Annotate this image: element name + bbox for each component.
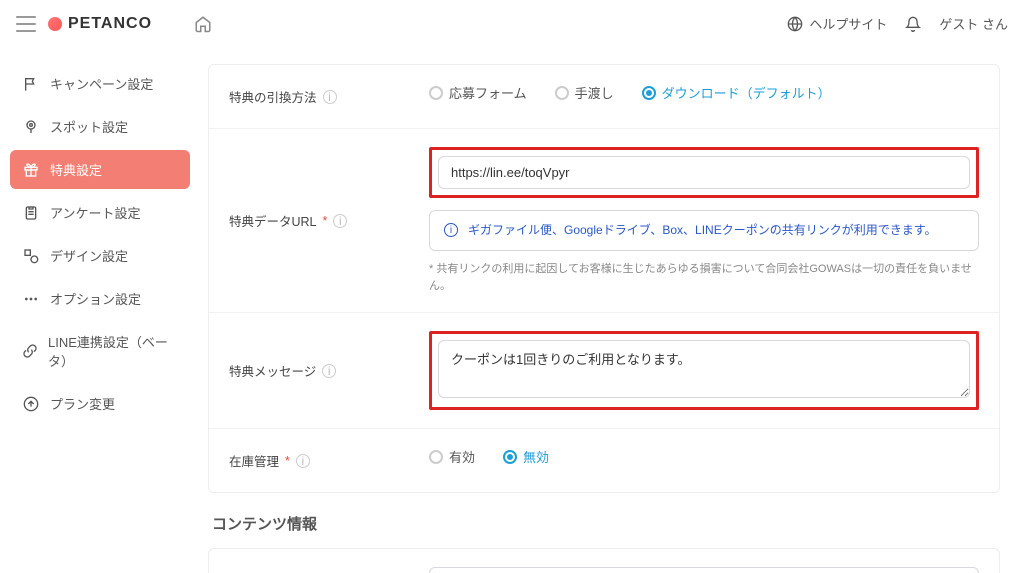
- sidebar-item-line[interactable]: LINE連携設定（ベータ）: [10, 322, 190, 380]
- disclaimer-text: * 共有リンクの利用に起因してお客様に生じたあらゆる損害について合同会社GOWA…: [429, 261, 979, 294]
- info-banner-text: ギガファイル便、Googleドライブ、Box、LINEクーポンの共有リンクが利用…: [468, 221, 937, 240]
- info-icon[interactable]: i: [333, 214, 347, 228]
- app-header: PETANCO ヘルプサイト ゲスト さん: [0, 0, 1024, 48]
- help-link-label: ヘルプサイト: [809, 14, 887, 33]
- sidebar-item-survey[interactable]: アンケート設定: [10, 193, 190, 232]
- logo-text[interactable]: PETANCO: [68, 15, 152, 33]
- info-banner: i ギガファイル便、Googleドライブ、Box、LINEクーポンの共有リンクが…: [429, 210, 979, 251]
- pin-icon: [22, 119, 40, 135]
- sidebar-item-spot[interactable]: スポット設定: [10, 107, 190, 146]
- sidebar-item-reward[interactable]: 特典設定: [10, 150, 190, 189]
- sidebar-item-label: キャンペーン設定: [50, 74, 153, 93]
- sidebar-item-option[interactable]: オプション設定: [10, 279, 190, 318]
- highlight-box: [429, 331, 979, 410]
- info-icon: i: [444, 223, 458, 237]
- notifications-icon[interactable]: [905, 16, 921, 32]
- message-input[interactable]: [438, 340, 970, 398]
- message-label: 特典メッセージ: [229, 361, 316, 380]
- sidebar-item-label: スポット設定: [50, 117, 128, 136]
- radio-stock-disabled[interactable]: 無効: [503, 447, 549, 466]
- flag-icon: [22, 76, 40, 92]
- content-info-title: コンテンツ情報: [212, 513, 1000, 534]
- radio-handover[interactable]: 手渡し: [555, 83, 614, 102]
- sidebar-item-label: LINE連携設定（ベータ）: [48, 332, 178, 370]
- clipboard-icon: [22, 205, 40, 221]
- row-stock: 在庫管理* i 有効 無効: [209, 429, 999, 492]
- sidebar: キャンペーン設定 スポット設定 特典設定 アンケート設定 デザイン設定 オプショ…: [0, 48, 200, 573]
- row-data-url: 特典データURL* i i ギガファイル便、Googleドライブ、Box、LIN…: [209, 129, 999, 313]
- data-url-label: 特典データURL: [229, 211, 317, 230]
- arrow-up-icon: [22, 396, 40, 412]
- help-link[interactable]: ヘルプサイト: [787, 14, 887, 33]
- info-icon[interactable]: i: [323, 90, 337, 104]
- content-area: 特典の引換方法 i 応募フォーム 手渡し ダウンロード（デフォルト）: [200, 48, 1024, 573]
- gift-icon: [22, 162, 40, 178]
- info-icon[interactable]: i: [322, 364, 336, 378]
- radio-stock-enabled[interactable]: 有効: [429, 447, 475, 466]
- user-label: ゲスト さん: [939, 14, 1008, 33]
- row-message: 特典メッセージ i: [209, 313, 999, 429]
- home-icon[interactable]: [194, 15, 212, 33]
- highlight-box: [429, 147, 979, 198]
- sidebar-item-label: プラン変更: [50, 394, 115, 413]
- menu-toggle-icon[interactable]: [16, 16, 36, 32]
- sidebar-item-label: デザイン設定: [50, 246, 128, 265]
- sidebar-item-campaign[interactable]: キャンペーン設定: [10, 64, 190, 103]
- data-url-input[interactable]: [438, 156, 970, 189]
- header-right: ヘルプサイト ゲスト さん: [787, 14, 1008, 33]
- sidebar-item-label: 特典設定: [50, 160, 102, 179]
- dots-icon: [22, 291, 40, 307]
- exchange-method-label: 特典の引換方法: [229, 87, 317, 106]
- info-icon[interactable]: i: [296, 454, 310, 468]
- shapes-icon: [22, 248, 40, 264]
- user-menu[interactable]: ゲスト さん: [939, 14, 1008, 33]
- sidebar-item-label: オプション設定: [50, 289, 141, 308]
- radio-download[interactable]: ダウンロード（デフォルト）: [642, 83, 831, 102]
- row-exchange-method: 特典の引換方法 i 応募フォーム 手渡し ダウンロード（デフォルト）: [209, 65, 999, 129]
- stock-label: 在庫管理: [229, 451, 279, 470]
- sidebar-item-label: アンケート設定: [50, 203, 140, 222]
- radio-apply-form[interactable]: 応募フォーム: [429, 83, 527, 102]
- row-reward-name: 特典名*: [209, 549, 999, 573]
- reward-name-input[interactable]: [429, 567, 979, 573]
- globe-icon: [787, 16, 803, 32]
- sidebar-item-design[interactable]: デザイン設定: [10, 236, 190, 275]
- sidebar-item-plan[interactable]: プラン変更: [10, 384, 190, 423]
- link-icon: [22, 343, 38, 359]
- logo-mark: [48, 17, 62, 31]
